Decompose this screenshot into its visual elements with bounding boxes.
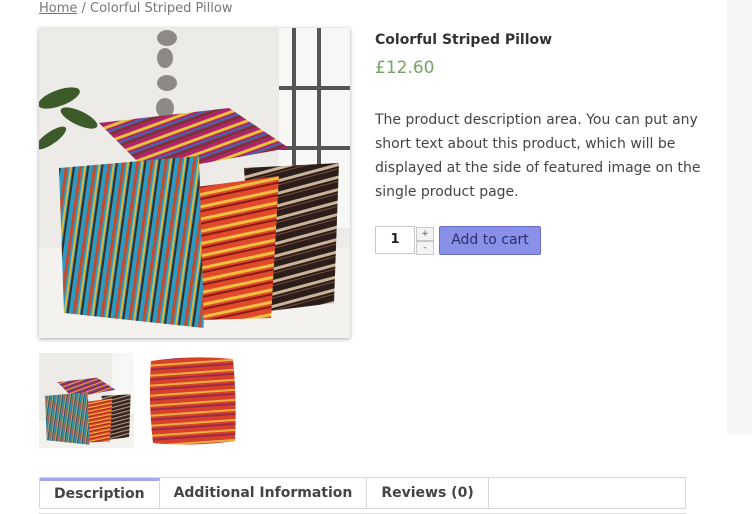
product-short-description: The product description area. You can pu… xyxy=(375,108,701,204)
product-title: Colorful Striped Pillow xyxy=(375,32,553,48)
product-main-image[interactable] xyxy=(39,28,350,338)
product-thumbnail-2[interactable] xyxy=(145,353,240,448)
product-price: £12.60 xyxy=(375,58,435,78)
tab-reviews[interactable]: Reviews (0) xyxy=(367,478,489,508)
quantity-decrease-button[interactable]: - xyxy=(416,241,434,255)
add-to-cart-button[interactable]: Add to cart xyxy=(439,226,541,255)
breadcrumb: Home / Colorful Striped Pillow xyxy=(39,1,232,16)
product-tabs: Description Additional Information Revie… xyxy=(39,477,686,509)
breadcrumb-home-link[interactable]: Home xyxy=(39,1,77,16)
description-line: displayed at the side of featured image … xyxy=(375,160,701,176)
description-line: short text about this product, which wil… xyxy=(375,136,676,152)
breadcrumb-separator: / xyxy=(77,1,91,16)
quantity-increase-button[interactable]: + xyxy=(416,227,434,241)
sidebar-strip xyxy=(727,0,752,435)
tab-additional-information[interactable]: Additional Information xyxy=(160,478,368,508)
quantity-input[interactable]: 1 xyxy=(375,226,415,254)
tab-description[interactable]: Description xyxy=(40,478,160,508)
product-thumbnail-1[interactable] xyxy=(39,353,134,448)
description-line: single product page. xyxy=(375,184,519,200)
breadcrumb-current: Colorful Striped Pillow xyxy=(90,1,233,16)
description-line: The product description area. You can pu… xyxy=(375,112,698,128)
